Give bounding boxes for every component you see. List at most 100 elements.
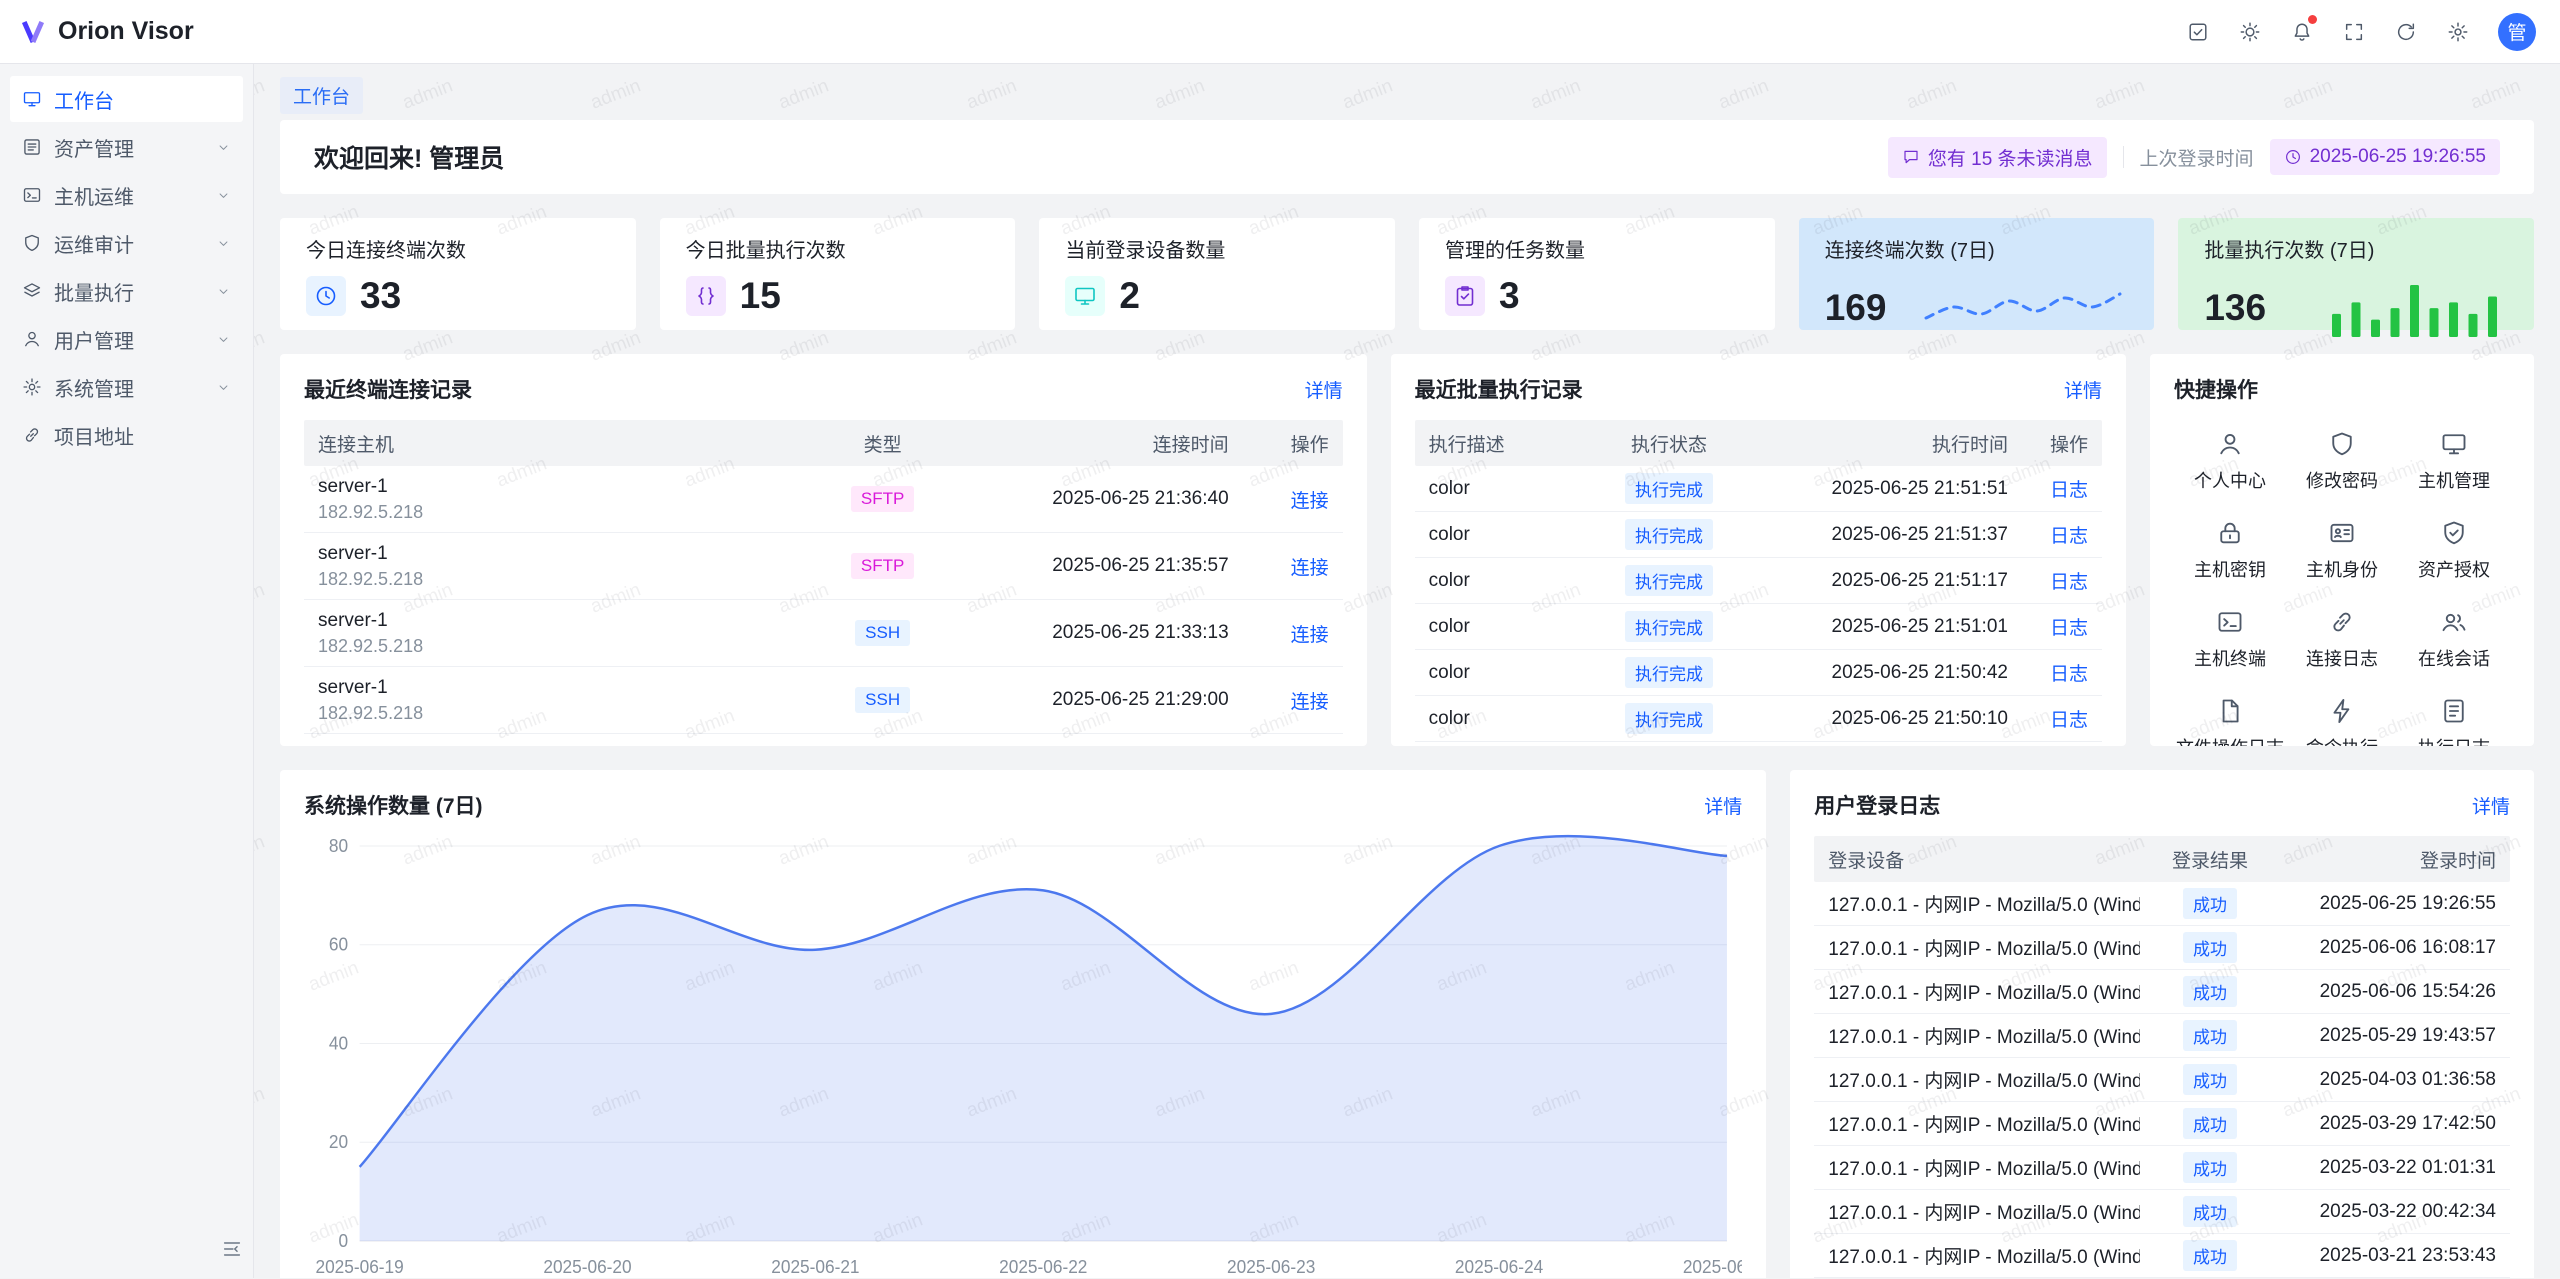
logo[interactable]: Orion Visor: [18, 17, 194, 47]
recent-executions-panel: 最近批量执行记录 详情 执行描述执行状态执行时间操作color执行完成2025-…: [1391, 354, 2126, 746]
login-logs-detail-link[interactable]: 详情: [2472, 792, 2510, 819]
execution-description: color: [1415, 478, 1584, 500]
log-link[interactable]: 日志: [2050, 710, 2088, 731]
stat-value: 169: [1825, 287, 1887, 329]
user-avatar[interactable]: 管: [2498, 13, 2536, 51]
login-result-badge: 成功: [2183, 1020, 2237, 1051]
table-row: 127.0.0.1 - 内网IP - Mozilla/5.0 (Windows …: [1814, 926, 2510, 970]
x-axis-label: 2025-06-22: [999, 1257, 1087, 1277]
stat-value-row: 3: [1445, 275, 1749, 317]
todo-button[interactable]: [2178, 12, 2218, 52]
unread-messages-text: 您有 15 条未读消息: [1928, 144, 2093, 171]
settings-button[interactable]: [2438, 12, 2478, 52]
table-header-row: 执行描述执行状态执行时间操作: [1415, 420, 2102, 466]
sidebar-item-batch-execution[interactable]: 批量执行: [10, 268, 243, 314]
connect-link[interactable]: 连接: [1291, 692, 1329, 713]
sidebar-item-workbench[interactable]: 工作台: [10, 76, 243, 122]
logo-icon: [18, 17, 48, 47]
quick-action-online-session[interactable]: 在线会话: [2398, 608, 2510, 671]
sidebar-item-label: 用户管理: [54, 325, 134, 354]
log-link[interactable]: 日志: [2050, 572, 2088, 593]
column-header: 执行描述: [1415, 430, 1584, 457]
executions-detail-link[interactable]: 详情: [2064, 376, 2102, 403]
quick-action-file-operation-log[interactable]: 文件操作日志: [2174, 697, 2286, 746]
stat-label: 批量执行次数 (7日): [2204, 234, 2508, 263]
panel-title: 最近终端连接记录: [304, 374, 472, 404]
login-result-badge: 成功: [2183, 1196, 2237, 1227]
y-axis-label: 80: [329, 836, 348, 856]
connections-table: 连接主机类型连接时间操作server-1182.92.5.218SFTP2025…: [304, 420, 1343, 734]
message-icon: [1902, 148, 1920, 166]
system-operations-chart-panel: 系统操作数量 (7日) 详情 0204060802025-06-192025-0…: [280, 770, 1766, 1278]
connect-link[interactable]: 连接: [1291, 625, 1329, 646]
stat-label: 今日连接终端次数: [306, 234, 610, 263]
sidebar-collapse-button[interactable]: [221, 1238, 243, 1266]
connect-link[interactable]: 连接: [1291, 558, 1329, 579]
quick-action-host-identity[interactable]: 主机身份: [2286, 519, 2398, 582]
host-cell: server-1182.92.5.218: [304, 676, 813, 724]
stat-card-today-executions: 今日批量执行次数15: [660, 218, 1016, 330]
table-row: 127.0.0.1 - 内网IP - Mozilla/5.0 (Windows …: [1814, 1190, 2510, 1234]
clock-icon: [314, 284, 338, 308]
watermark-text: admin: [254, 579, 268, 618]
quick-action-host-terminal[interactable]: 主机终端: [2174, 608, 2286, 671]
table-row: color执行完成2025-06-25 21:51:17日志: [1415, 558, 2102, 604]
menu-fold-icon: [221, 1238, 243, 1260]
chart-detail-link[interactable]: 详情: [1704, 792, 1742, 819]
quick-action-change-password[interactable]: 修改密码: [2286, 430, 2398, 493]
column-header: 操作: [1243, 430, 1343, 457]
sidebar-item-user-management[interactable]: 用户管理: [10, 316, 243, 362]
shield-icon: [2328, 430, 2356, 458]
login-device: 127.0.0.1 - 内网IP - Mozilla/5.0 (Windows …: [1814, 1066, 2140, 1093]
login-time: 2025-05-29 19:43:57: [2280, 1025, 2510, 1047]
fullscreen-button[interactable]: [2334, 12, 2374, 52]
execution-time: 2025-06-25 21:51:01: [1754, 616, 2022, 638]
stats-row: 今日连接终端次数33今日批量执行次数15当前登录设备数量2管理的任务数量3连接终…: [280, 218, 2534, 330]
list-box-icon: [22, 137, 42, 157]
execution-description: color: [1415, 662, 1584, 684]
unread-messages-badge[interactable]: 您有 15 条未读消息: [1888, 137, 2107, 178]
notifications-button[interactable]: [2282, 12, 2322, 52]
log-link[interactable]: 日志: [2050, 664, 2088, 685]
quick-action-host-management[interactable]: 主机管理: [2398, 430, 2510, 493]
sidebar-item-asset-management[interactable]: 资产管理: [10, 124, 243, 170]
sidebar-item-ops-audit[interactable]: 运维审计: [10, 220, 243, 266]
quick-action-label: 连接日志: [2306, 645, 2378, 671]
table-row: server-1182.92.5.218SSH2025-06-25 21:29:…: [304, 667, 1343, 734]
log-link[interactable]: 日志: [2050, 618, 2088, 639]
execution-description: color: [1415, 524, 1584, 546]
refresh-button[interactable]: [2386, 12, 2426, 52]
protocol-badge: SFTP: [851, 486, 914, 512]
lock-icon: [2216, 519, 2244, 547]
quick-action-host-key[interactable]: 主机密钥: [2174, 519, 2286, 582]
breadcrumb-item-workbench[interactable]: 工作台: [280, 77, 363, 114]
quick-action-asset-authorization[interactable]: 资产授权: [2398, 519, 2510, 582]
connect-link[interactable]: 连接: [1291, 491, 1329, 512]
table-row: server-1182.92.5.218SFTP2025-06-25 21:36…: [304, 466, 1343, 533]
sidebar-item-system-management[interactable]: 系统管理: [10, 364, 243, 410]
quick-action-label: 在线会话: [2418, 645, 2490, 671]
id-card-icon: [2328, 519, 2356, 547]
stat-value-row: 136: [2204, 275, 2508, 341]
quick-action-command-execution[interactable]: 命令执行: [2286, 697, 2398, 746]
sidebar-item-project-link[interactable]: 项目地址: [10, 412, 243, 458]
link-icon: [22, 425, 42, 445]
log-link[interactable]: 日志: [2050, 526, 2088, 547]
quick-action-label: 命令执行: [2306, 734, 2378, 746]
quick-action-execution-log[interactable]: 执行日志: [2398, 697, 2510, 746]
y-axis-label: 40: [329, 1033, 348, 1053]
watermark-text: admin: [254, 327, 268, 366]
sidebar-item-host-ops[interactable]: 主机运维: [10, 172, 243, 218]
sidebar-item-label: 资产管理: [54, 133, 134, 162]
host-name: server-1: [318, 676, 799, 700]
host-ip: 182.92.5.218: [318, 501, 799, 524]
connections-detail-link[interactable]: 详情: [1305, 376, 1343, 403]
link-icon: [2328, 608, 2356, 636]
login-time: 2025-03-29 17:42:50: [2280, 1113, 2510, 1135]
host-cell: server-1182.92.5.218: [304, 475, 813, 523]
theme-button[interactable]: [2230, 12, 2270, 52]
log-link[interactable]: 日志: [2050, 480, 2088, 501]
y-axis-label: 20: [329, 1132, 348, 1152]
quick-action-connection-log[interactable]: 连接日志: [2286, 608, 2398, 671]
quick-action-personal-center[interactable]: 个人中心: [2174, 430, 2286, 493]
